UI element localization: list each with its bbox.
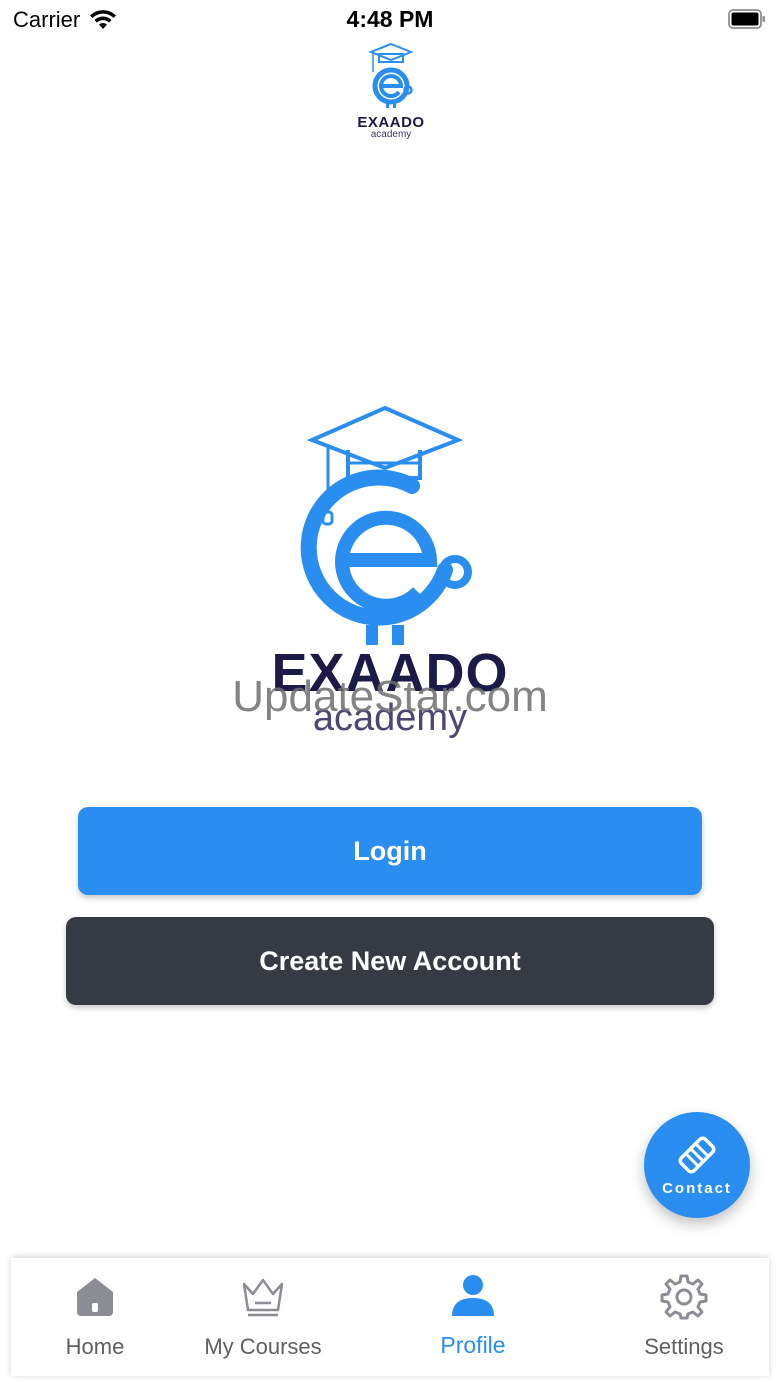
- tab-profile-label: Profile: [440, 1332, 506, 1358]
- home-icon: [77, 1278, 113, 1316]
- create-account-button[interactable]: Create New Account: [66, 917, 714, 1005]
- header-logo: EXAADO academy: [355, 42, 427, 140]
- tab-my-courses[interactable]: My Courses: [193, 1258, 333, 1376]
- login-screen: Carrier 4:48 PM EXAADO academy EXAADO ac…: [0, 0, 780, 1387]
- tab-settings[interactable]: Settings: [623, 1258, 745, 1376]
- contact-button[interactable]: Contact: [644, 1112, 750, 1218]
- graduation-cap-e-logo: [300, 405, 472, 645]
- tab-home-label: Home: [65, 1334, 125, 1359]
- gear-icon: [660, 1274, 708, 1320]
- header-brand-text: EXAADO: [357, 114, 425, 131]
- tab-profile[interactable]: Profile: [411, 1258, 535, 1376]
- tab-home[interactable]: Home: [36, 1258, 154, 1376]
- status-time: 4:48 PM: [346, 6, 434, 32]
- main-brand-text: EXAADO: [271, 643, 509, 703]
- contact-label: Contact: [662, 1180, 732, 1197]
- main-logo: EXAADO academy: [230, 400, 550, 745]
- header-brand-subtext: academy: [370, 129, 412, 140]
- graduation-cap-e-icon: [368, 42, 414, 108]
- tab-my-courses-label: My Courses: [204, 1334, 322, 1359]
- status-bar: Carrier 4:48 PM: [0, 0, 780, 40]
- user-icon: [452, 1275, 494, 1316]
- main-brand-subtext: academy: [312, 697, 468, 739]
- crown-icon: [242, 1278, 284, 1317]
- login-button[interactable]: Login: [78, 807, 702, 895]
- battery-icon: [728, 9, 765, 29]
- handshake-icon: [678, 1136, 716, 1174]
- bottom-tab-bar: Home My Courses Profile Settings: [11, 1258, 769, 1376]
- tab-settings-label: Settings: [644, 1334, 724, 1359]
